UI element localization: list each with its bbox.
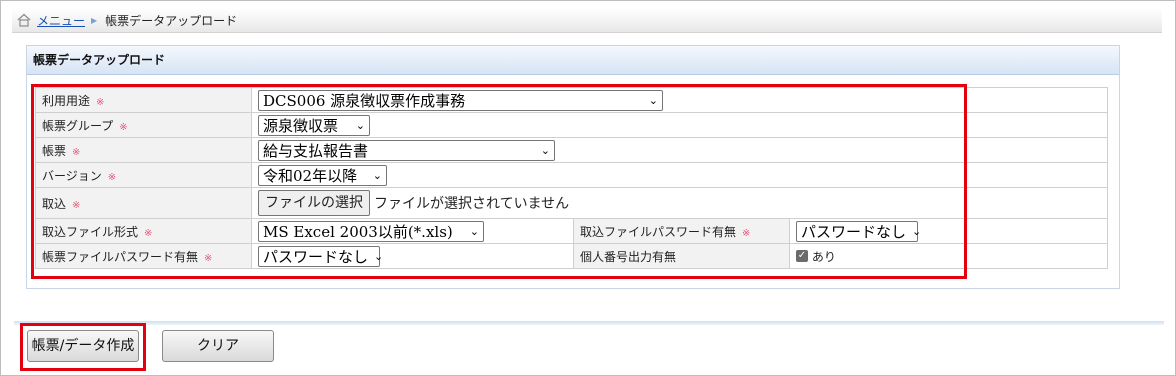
required-mark: ※ bbox=[144, 227, 153, 239]
group-label: 帳票グループ ※ bbox=[35, 112, 252, 138]
import-password-label: 取込ファイルパスワード有無 ※ bbox=[573, 218, 790, 244]
chevron-down-icon: ⌄ bbox=[648, 93, 658, 107]
breadcrumb-separator-icon: ▶ bbox=[91, 15, 98, 25]
required-mark: ※ bbox=[96, 96, 105, 108]
chevron-down-icon: ⌄ bbox=[540, 143, 550, 157]
version-label: バージョン ※ bbox=[35, 162, 252, 188]
chevron-down-icon: ⌄ bbox=[469, 224, 479, 238]
required-mark: ※ bbox=[742, 227, 751, 239]
form-row-form-type: 帳票 ※ 給与支払報告書 ⌄ bbox=[35, 137, 1109, 163]
import-password-select[interactable]: パスワードなし ⌄ bbox=[796, 220, 922, 242]
clear-button[interactable]: クリア bbox=[162, 330, 274, 362]
form-row-usage: 利用用途 ※ DCS006 源泉徴収票作成事務 ⌄ bbox=[35, 87, 1109, 113]
file-format-label: 取込ファイル形式 ※ bbox=[35, 218, 252, 244]
form-row-group: 帳票グループ ※ 源泉徴収票 ⌄ bbox=[35, 112, 1109, 138]
file-select-button[interactable]: ファイルの選択 bbox=[258, 190, 370, 216]
checkmark-icon[interactable]: ✓ bbox=[796, 250, 808, 262]
my-number-value: あり bbox=[811, 249, 836, 264]
file-format-select[interactable]: MS Excel 2003以前(*.xls) ⌄ bbox=[258, 220, 484, 242]
report-password-select[interactable]: パスワードなし ⌄ bbox=[258, 245, 384, 267]
required-mark: ※ bbox=[204, 252, 213, 264]
chevron-down-icon: ⌄ bbox=[372, 168, 382, 182]
chevron-down-icon: ⌄ bbox=[374, 249, 384, 263]
version-select[interactable]: 令和02年以降 ⌄ bbox=[258, 164, 387, 186]
breadcrumb-current: 帳票データアップロード bbox=[105, 13, 238, 28]
import-label: 取込 ※ bbox=[35, 187, 252, 219]
create-report-button[interactable]: 帳票/データ作成 bbox=[27, 330, 139, 362]
form-row-import: 取込 ※ ファイルの選択 ファイルが選択されていません bbox=[35, 187, 1109, 219]
group-select[interactable]: 源泉徴収票 ⌄ bbox=[258, 114, 370, 136]
form-row-report-password: 帳票ファイルパスワード有無 ※ パスワードなし ⌄ 個人番号出力有無 ✓ あり bbox=[35, 243, 1109, 269]
form-type-label: 帳票 ※ bbox=[35, 137, 252, 163]
chevron-down-icon: ⌄ bbox=[355, 118, 365, 132]
report-password-label: 帳票ファイルパスワード有無 ※ bbox=[35, 243, 252, 269]
usage-select[interactable]: DCS006 源泉徴収票作成事務 ⌄ bbox=[258, 89, 663, 111]
my-number-label: 個人番号出力有無 bbox=[573, 243, 790, 269]
required-mark: ※ bbox=[72, 199, 81, 211]
required-mark: ※ bbox=[119, 121, 128, 133]
breadcrumb-menu-link[interactable]: メニュー bbox=[37, 12, 85, 29]
section-divider bbox=[14, 321, 1164, 325]
form-type-select[interactable]: 給与支払報告書 ⌄ bbox=[258, 139, 555, 161]
panel-title: 帳票データアップロード bbox=[27, 46, 1119, 75]
breadcrumb: メニュー ▶ 帳票データアップロード bbox=[12, 8, 1162, 33]
home-icon bbox=[16, 13, 32, 27]
required-mark: ※ bbox=[72, 146, 81, 158]
form-row-version: バージョン ※ 令和02年以降 ⌄ bbox=[35, 162, 1109, 188]
required-mark: ※ bbox=[107, 171, 117, 183]
file-status: ファイルが選択されていません bbox=[374, 196, 570, 212]
usage-label: 利用用途 ※ bbox=[35, 87, 252, 113]
chevron-down-icon: ⌄ bbox=[912, 224, 922, 238]
form-row-file-format: 取込ファイル形式 ※ MS Excel 2003以前(*.xls) ⌄ 取込ファイル… bbox=[35, 218, 1109, 244]
upload-form-table: 利用用途 ※ DCS006 源泉徴収票作成事務 ⌄ 帳票グループ ※ 源泉徴収票 ⌄ 帳… bbox=[35, 87, 1109, 269]
